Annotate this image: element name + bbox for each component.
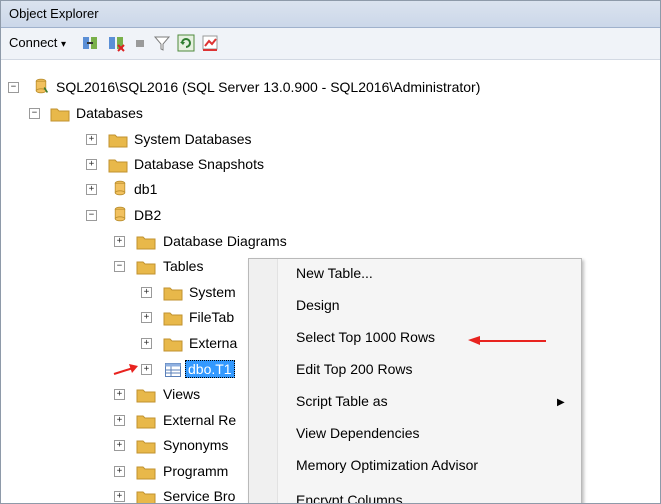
server-icon	[35, 78, 49, 94]
tree-node-service-broker[interactable]: + Service Bro	[1, 485, 249, 504]
expand-toggle[interactable]: +	[86, 134, 97, 145]
submenu-arrow-icon: ▶	[557, 397, 565, 408]
menu-item-select-top-1000-rows[interactable]: Select Top 1000 Rows	[296, 329, 435, 361]
stop-icon[interactable]	[131, 34, 149, 52]
folder-icon	[136, 466, 156, 480]
tree-node-views[interactable]: + Views	[1, 383, 249, 407]
refresh-icon[interactable]	[177, 34, 195, 52]
collapse-toggle[interactable]: −	[8, 82, 19, 93]
object-explorer-titlebar: Object Explorer	[1, 1, 660, 28]
folder-icon	[136, 415, 156, 429]
dbo-t1-label: dbo.T1	[185, 360, 235, 378]
expand-toggle[interactable]: +	[114, 415, 125, 426]
service-broker-label: Service Bro	[163, 488, 236, 504]
object-explorer-panel: Object Explorer Connect ▾ − SQL2016\SQL2…	[0, 0, 661, 504]
db1-label: db1	[134, 181, 158, 197]
folder-icon	[163, 287, 183, 301]
database-snapshots-label: Database Snapshots	[134, 156, 264, 172]
annotation-arrow-menu	[468, 336, 546, 345]
expand-toggle[interactable]: +	[114, 466, 125, 477]
tree-node-external-tables[interactable]: + Externa	[1, 332, 249, 356]
database-icon	[114, 180, 126, 196]
annotation-arrow-table	[113, 364, 138, 375]
system-databases-label: System Databases	[134, 131, 252, 147]
external-resources-label: External Re	[163, 412, 237, 428]
expand-toggle[interactable]: +	[141, 312, 152, 323]
expand-toggle[interactable]: +	[86, 159, 97, 170]
menu-item-memory-optimization-advisor[interactable]: Memory Optimization Advisor	[296, 457, 478, 489]
system-tables-label: System	[189, 284, 236, 300]
expand-toggle[interactable]: +	[141, 287, 152, 298]
filetables-label: FileTab	[189, 309, 235, 325]
menu-item-script-table-as[interactable]: Script Table as	[296, 393, 388, 425]
connect-label: Connect	[9, 35, 58, 50]
folder-icon	[163, 338, 183, 352]
tables-label: Tables	[163, 258, 204, 274]
db2-label: DB2	[134, 207, 162, 223]
tree-node-db2[interactable]: − DB2	[1, 204, 401, 228]
folder-icon	[136, 261, 156, 275]
tree-node-synonyms[interactable]: + Synonyms	[1, 434, 249, 458]
folder-icon	[50, 108, 70, 122]
expand-toggle[interactable]: +	[141, 364, 152, 375]
database-icon	[114, 206, 126, 222]
database-diagrams-label: Database Diagrams	[163, 233, 287, 249]
expand-toggle[interactable]: +	[114, 236, 125, 247]
folder-icon	[136, 389, 156, 403]
panel-title: Object Explorer	[9, 6, 99, 21]
folder-icon	[163, 312, 183, 326]
expand-toggle[interactable]: +	[114, 389, 125, 400]
menu-item-design[interactable]: Design	[296, 297, 340, 329]
tree-node-programmability[interactable]: + Programm	[1, 460, 249, 484]
folder-icon	[136, 236, 156, 250]
synonyms-label: Synonyms	[163, 437, 229, 453]
folder-icon	[136, 491, 156, 503]
tree-node-server[interactable]: − SQL2016\SQL2016 (SQL Server 13.0.900 -…	[1, 76, 641, 100]
object-explorer-toolbar: Connect ▾	[1, 28, 660, 60]
tree-node-database-diagrams[interactable]: + Database Diagrams	[1, 230, 401, 254]
menu-item-new-table[interactable]: New Table...	[296, 265, 373, 297]
tree-node-db1[interactable]: + db1	[1, 178, 401, 202]
tree-node-filetables[interactable]: + FileTab	[1, 306, 249, 330]
filter-icon[interactable]	[153, 34, 171, 52]
views-label: Views	[163, 386, 201, 402]
tree-node-system-databases[interactable]: + System Databases	[1, 128, 401, 152]
folder-icon	[136, 440, 156, 454]
menu-item-edit-top-200-rows[interactable]: Edit Top 200 Rows	[296, 361, 412, 393]
connect-object-icon[interactable]	[81, 34, 99, 52]
expand-toggle[interactable]: +	[86, 184, 97, 195]
server-label: SQL2016\SQL2016 (SQL Server 13.0.900 - S…	[56, 79, 481, 95]
connect-button[interactable]: Connect ▾	[9, 35, 66, 50]
collapse-toggle[interactable]: −	[86, 210, 97, 221]
folder-icon	[108, 134, 128, 148]
context-menu-gutter	[249, 259, 278, 503]
databases-label: Databases	[76, 105, 143, 121]
context-menu: New Table... Design Select Top 1000 Rows…	[248, 258, 582, 503]
collapse-toggle[interactable]: −	[29, 108, 40, 119]
menu-item-view-dependencies[interactable]: View Dependencies	[296, 425, 420, 457]
expand-toggle[interactable]: +	[114, 491, 125, 502]
disconnect-icon[interactable]	[107, 34, 125, 52]
folder-icon	[108, 159, 128, 173]
activity-monitor-icon[interactable]	[201, 34, 219, 52]
menu-item-encrypt-columns[interactable]: Encrypt Columns...	[296, 492, 414, 503]
collapse-toggle[interactable]: −	[114, 261, 125, 272]
expand-toggle[interactable]: +	[114, 440, 125, 451]
tree-node-external-resources[interactable]: + External Re	[1, 409, 249, 433]
programmability-label: Programm	[163, 463, 229, 479]
expand-toggle[interactable]: +	[141, 338, 152, 349]
external-tables-label: Externa	[189, 335, 238, 351]
tree-node-tables[interactable]: − Tables	[1, 255, 241, 279]
tree-node-database-snapshots[interactable]: + Database Snapshots	[1, 153, 401, 177]
tree-node-system-tables[interactable]: + System	[1, 281, 249, 305]
connect-dropdown-icon: ▾	[61, 39, 67, 50]
tree-node-databases[interactable]: − Databases	[1, 102, 401, 126]
table-icon	[165, 363, 181, 377]
